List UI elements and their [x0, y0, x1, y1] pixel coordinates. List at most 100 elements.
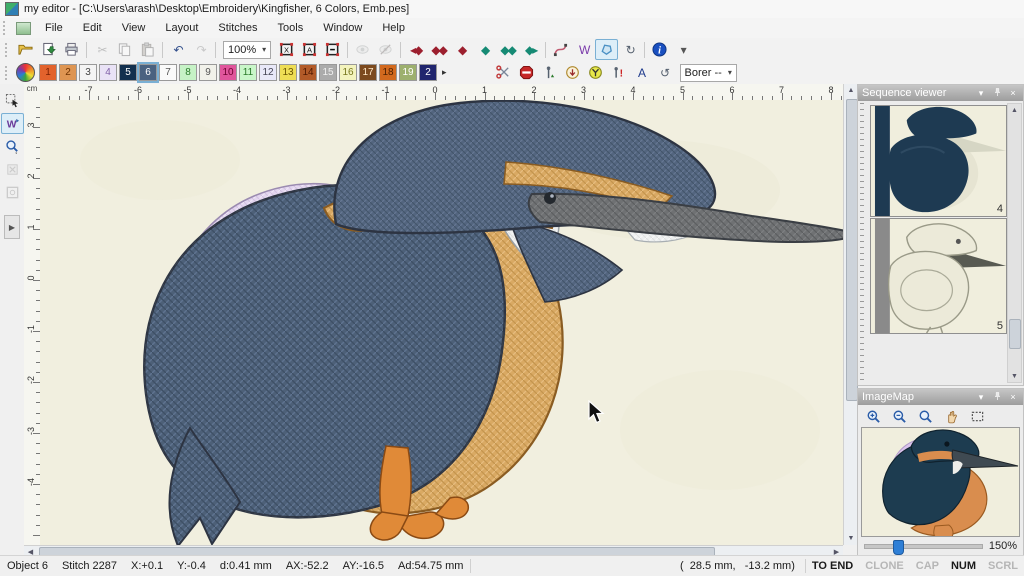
imagemap-preview[interactable]	[861, 427, 1020, 537]
sequence-scroll-thumb[interactable]	[1009, 319, 1021, 349]
menu-layout[interactable]: Layout	[155, 19, 208, 37]
scroll-up-icon[interactable]: ▲	[844, 84, 858, 97]
toolbar-separator	[545, 42, 546, 58]
palette-color-3[interactable]: 3	[79, 64, 97, 81]
sequence-item-5[interactable]: 5	[870, 218, 1007, 334]
needle-down-button[interactable]	[561, 62, 584, 83]
palette-color-15[interactable]: 15	[319, 64, 337, 81]
zoom-level-combo[interactable]: 100%▾	[223, 41, 271, 59]
rotate-object-button[interactable]: ↺	[653, 62, 676, 83]
fit-marquee-button[interactable]	[275, 39, 298, 60]
toolbar-separator	[644, 42, 645, 58]
palette-color-2[interactable]: 2	[59, 64, 77, 81]
needle-alert-button[interactable]	[607, 62, 630, 83]
palette-color-18[interactable]: 18	[379, 64, 397, 81]
palette-color-16[interactable]: 16	[339, 64, 357, 81]
undo-button[interactable]: ↶	[166, 39, 189, 60]
palette-color-19[interactable]: 19	[399, 64, 417, 81]
close-icon[interactable]: ×	[1007, 392, 1019, 402]
design-canvas[interactable]	[40, 100, 843, 545]
print-button[interactable]	[60, 39, 83, 60]
borer-dropdown[interactable]: Borer -- ▾	[680, 64, 737, 82]
zoom-slider-track[interactable]	[864, 544, 983, 549]
menu-stitches[interactable]: Stitches	[208, 19, 267, 37]
palette-color-7[interactable]: 7	[159, 64, 177, 81]
next-stitch-button[interactable]: ◆	[473, 39, 496, 60]
menu-edit[interactable]: Edit	[73, 19, 112, 37]
sequence-item-4[interactable]: 4	[870, 105, 1007, 217]
palette-color-14[interactable]: 14	[299, 64, 317, 81]
panel-menu-icon[interactable]: ▾	[975, 392, 987, 403]
more-tools-button[interactable]: ▾	[671, 39, 694, 60]
fit-all-icon	[302, 42, 317, 57]
stitch-w-tool-button[interactable]: W	[572, 39, 595, 60]
trim-button[interactable]	[492, 62, 515, 83]
zoom-in-button[interactable]	[862, 406, 885, 427]
menu-view[interactable]: View	[112, 19, 156, 37]
scroll-down-icon[interactable]: ▼	[1008, 370, 1021, 382]
fit-all-button[interactable]	[298, 39, 321, 60]
close-icon[interactable]: ×	[1007, 88, 1019, 98]
needle-point-button[interactable]	[538, 62, 561, 83]
ruler-number: 2	[26, 169, 36, 183]
edit-stitch-tool-icon	[5, 116, 20, 131]
palette-color-5[interactable]: 5	[119, 64, 137, 81]
palette-color-1[interactable]: 1	[39, 64, 57, 81]
fit-selection-button[interactable]	[321, 39, 344, 60]
pan-button[interactable]	[940, 406, 963, 427]
palette-color-11[interactable]: 11	[239, 64, 257, 81]
palette-color-13[interactable]: 13	[279, 64, 297, 81]
panel-menu-icon[interactable]: ▾	[975, 88, 987, 99]
imagemap-titlebar[interactable]: ImageMap ▾ ×	[858, 389, 1023, 405]
prev-stitch-button[interactable]: ◆	[450, 39, 473, 60]
panel-collapse-tab[interactable]: ▶	[4, 215, 20, 239]
last-stitch-button[interactable]: ◆▸	[519, 39, 542, 60]
palette-overflow-icon[interactable]: ▸	[439, 67, 450, 78]
zoom-slider-thumb[interactable]	[893, 540, 904, 555]
lettering-button[interactable]: A	[630, 62, 653, 83]
zoom-select-button[interactable]	[966, 406, 989, 427]
status-indicators: TO ENDCLONECAPNUMSCRL	[806, 560, 1024, 572]
scroll-up-icon[interactable]: ▲	[1008, 104, 1021, 116]
color-wheel-icon[interactable]	[16, 63, 35, 82]
rotate-hoop-icon: ↻	[626, 44, 634, 56]
first-stitch-button[interactable]: ◂◆	[404, 39, 427, 60]
palette-color-17[interactable]: 17	[359, 64, 377, 81]
menu-help[interactable]: Help	[372, 19, 415, 37]
indicator-num: NUM	[945, 560, 982, 572]
palette-color-4[interactable]: 4	[99, 64, 117, 81]
about-button[interactable]	[648, 39, 671, 60]
save-as-button[interactable]	[37, 39, 60, 60]
palette-color-9[interactable]: 9	[199, 64, 217, 81]
status-ad: Ad:54.75 mm	[391, 560, 470, 572]
menu-file[interactable]: File	[35, 19, 73, 37]
prev-color-block-button[interactable]: ◆◆	[427, 39, 450, 60]
zoom-out-button[interactable]	[888, 406, 911, 427]
pin-icon[interactable]	[991, 391, 1003, 404]
scroll-down-icon[interactable]: ▼	[844, 532, 858, 545]
rotate-hoop-button[interactable]: ↻	[618, 39, 641, 60]
select-tool-button[interactable]	[1, 90, 24, 111]
document-icon	[16, 22, 31, 35]
machine-stop-button[interactable]	[584, 62, 607, 83]
menu-window[interactable]: Window	[313, 19, 372, 37]
zoom-actual-button[interactable]	[914, 406, 937, 427]
stop-button[interactable]	[515, 62, 538, 83]
curve-tool-button[interactable]	[549, 39, 572, 60]
canvas-vertical-scrollbar[interactable]: ▲ ▼	[843, 84, 858, 545]
open-button[interactable]	[14, 39, 37, 60]
pin-icon[interactable]	[991, 87, 1003, 100]
palette-color-8[interactable]: 8	[179, 64, 197, 81]
next-color-block-button[interactable]: ◆◆	[496, 39, 519, 60]
freehand-select-tool-button[interactable]	[595, 39, 618, 60]
sequence-scrollbar[interactable]: ▲ ▼	[1007, 103, 1022, 383]
palette-color-20[interactable]: 2	[419, 64, 437, 81]
sequence-viewer-titlebar[interactable]: Sequence viewer ▾ ×	[858, 85, 1023, 101]
edit-stitch-tool-button[interactable]	[1, 113, 24, 134]
toolbar-separator	[400, 42, 401, 58]
palette-color-10[interactable]: 10	[219, 64, 237, 81]
menu-tools[interactable]: Tools	[268, 19, 314, 37]
zoom-tool-button[interactable]	[1, 136, 24, 157]
palette-color-12[interactable]: 12	[259, 64, 277, 81]
palette-color-6[interactable]: 6	[139, 64, 157, 81]
